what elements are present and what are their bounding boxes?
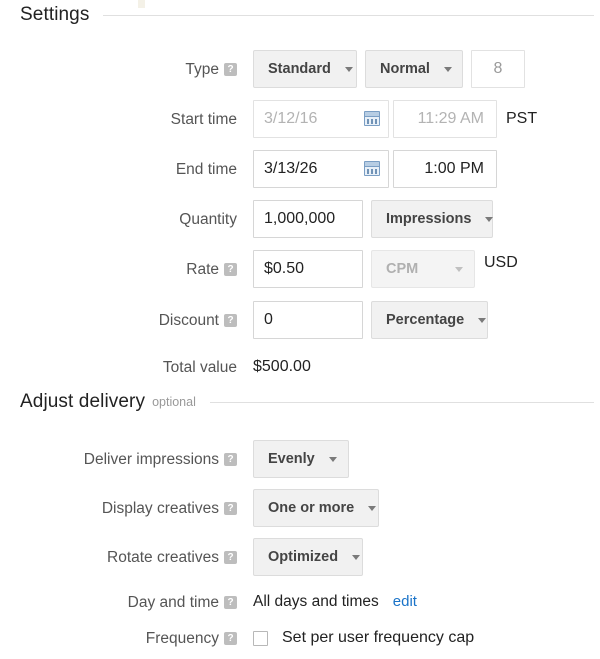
form-row-total-value: Total value $500.00 bbox=[0, 348, 600, 388]
type-fields: Standard Normal bbox=[253, 50, 525, 90]
frequency-cap-row: Set per user frequency cap bbox=[253, 619, 474, 657]
label-day-and-time: Day and time bbox=[128, 583, 219, 623]
quantity-fields: Impressions bbox=[253, 200, 493, 240]
priority-value: Normal bbox=[380, 61, 430, 77]
label-end-time: End time bbox=[176, 150, 237, 190]
discount-fields: Percentage bbox=[253, 301, 488, 341]
day-and-time-value: All days and times bbox=[253, 583, 379, 621]
end-time-input[interactable] bbox=[393, 150, 497, 188]
label-total-value: Total value bbox=[163, 348, 237, 388]
display-creatives-value: One or more bbox=[268, 500, 354, 516]
help-icon-discount[interactable]: ? bbox=[224, 314, 237, 327]
form-row-display-creatives: Display creatives ? One or more bbox=[0, 489, 600, 529]
form-row-quantity: Quantity Impressions bbox=[0, 200, 600, 240]
rate-fields: CPM USD bbox=[253, 250, 518, 290]
chevron-down-icon bbox=[455, 267, 463, 272]
delivery-type-dropdown[interactable]: Standard bbox=[253, 50, 357, 88]
form-row-frequency: Frequency ? Set per user frequency cap bbox=[0, 619, 600, 659]
form-row-type: Type ? Standard Normal bbox=[0, 50, 600, 90]
priority-number-input[interactable] bbox=[471, 50, 525, 88]
rate-input[interactable] bbox=[253, 250, 363, 288]
chevron-down-icon bbox=[329, 457, 337, 462]
calendar-icon[interactable] bbox=[364, 111, 380, 126]
chevron-down-icon bbox=[478, 318, 486, 323]
deliver-impressions-fields: Evenly bbox=[253, 440, 349, 480]
display-creatives-fields: One or more bbox=[253, 489, 379, 529]
label-discount: Discount bbox=[159, 301, 219, 341]
help-icon-rate[interactable]: ? bbox=[224, 263, 237, 276]
start-date-wrapper bbox=[253, 100, 389, 138]
deliver-impressions-value: Evenly bbox=[268, 451, 315, 467]
delivery-type-value: Standard bbox=[268, 61, 331, 77]
form-row-deliver-impressions: Deliver impressions ? Evenly bbox=[0, 440, 600, 480]
section-header-adjust-delivery: Adjust delivery optional bbox=[0, 391, 600, 413]
chevron-down-icon bbox=[444, 67, 452, 72]
section-divider bbox=[210, 402, 594, 403]
form-row-end-time: End time bbox=[0, 150, 600, 190]
label-display-creatives: Display creatives bbox=[102, 489, 219, 529]
help-icon-rotate-creatives[interactable]: ? bbox=[224, 551, 237, 564]
help-icon-display-creatives[interactable]: ? bbox=[224, 502, 237, 515]
rotate-creatives-dropdown[interactable]: Optimized bbox=[253, 538, 363, 576]
form-row-start-time: Start time PST bbox=[0, 100, 600, 140]
frequency-fields: Set per user frequency cap bbox=[253, 619, 474, 659]
help-icon-frequency[interactable]: ? bbox=[224, 632, 237, 645]
section-title-settings: Settings bbox=[20, 4, 89, 26]
form-row-discount: Discount ? Percentage bbox=[0, 301, 600, 341]
section-header-settings: Settings bbox=[0, 4, 600, 26]
chevron-down-icon bbox=[485, 217, 493, 222]
form-row-rotate-creatives: Rotate creatives ? Optimized bbox=[0, 538, 600, 578]
frequency-cap-checkbox[interactable] bbox=[253, 631, 268, 646]
section-optional-badge: optional bbox=[152, 395, 196, 409]
rate-unit-value: CPM bbox=[386, 261, 418, 277]
display-creatives-dropdown[interactable]: One or more bbox=[253, 489, 379, 527]
deliver-impressions-dropdown[interactable]: Evenly bbox=[253, 440, 349, 478]
day-and-time-fields: All days and times edit bbox=[253, 583, 417, 623]
frequency-cap-label: Set per user frequency cap bbox=[282, 629, 474, 647]
total-value-amount: $500.00 bbox=[253, 348, 311, 386]
rotate-creatives-fields: Optimized bbox=[253, 538, 363, 578]
label-quantity: Quantity bbox=[179, 200, 237, 240]
chevron-down-icon bbox=[352, 555, 360, 560]
total-value-fields: $500.00 bbox=[253, 348, 311, 388]
label-start-time: Start time bbox=[171, 100, 237, 140]
end-time-fields bbox=[253, 150, 497, 190]
label-deliver-impressions: Deliver impressions bbox=[84, 440, 219, 480]
discount-input[interactable] bbox=[253, 301, 363, 339]
help-icon-day-and-time[interactable]: ? bbox=[224, 596, 237, 609]
currency-label: USD bbox=[484, 250, 518, 276]
timezone-label: PST bbox=[506, 100, 537, 138]
chevron-down-icon bbox=[345, 67, 353, 72]
chevron-down-icon bbox=[368, 506, 376, 511]
label-type: Type bbox=[185, 50, 219, 90]
priority-dropdown[interactable]: Normal bbox=[365, 50, 463, 88]
discount-unit-dropdown[interactable]: Percentage bbox=[371, 301, 488, 339]
rotate-creatives-value: Optimized bbox=[268, 549, 338, 565]
help-icon-type[interactable]: ? bbox=[224, 63, 237, 76]
start-time-input[interactable] bbox=[393, 100, 497, 138]
section-title-adjust-delivery: Adjust delivery bbox=[20, 391, 145, 413]
form-row-day-and-time: Day and time ? All days and times edit bbox=[0, 583, 600, 623]
calendar-icon[interactable] bbox=[364, 161, 380, 176]
quantity-unit-value: Impressions bbox=[386, 211, 471, 227]
label-rate: Rate bbox=[186, 250, 219, 290]
discount-unit-value: Percentage bbox=[386, 312, 464, 328]
end-date-wrapper bbox=[253, 150, 389, 188]
start-time-fields: PST bbox=[253, 100, 537, 140]
form-row-rate: Rate ? CPM USD bbox=[0, 250, 600, 290]
label-rotate-creatives: Rotate creatives bbox=[107, 538, 219, 578]
label-frequency: Frequency bbox=[146, 619, 219, 659]
day-and-time-edit-link[interactable]: edit bbox=[393, 583, 417, 621]
help-icon-deliver-impressions[interactable]: ? bbox=[224, 453, 237, 466]
section-divider bbox=[103, 15, 594, 16]
rate-unit-dropdown[interactable]: CPM bbox=[371, 250, 475, 288]
quantity-input[interactable] bbox=[253, 200, 363, 238]
quantity-unit-dropdown[interactable]: Impressions bbox=[371, 200, 493, 238]
